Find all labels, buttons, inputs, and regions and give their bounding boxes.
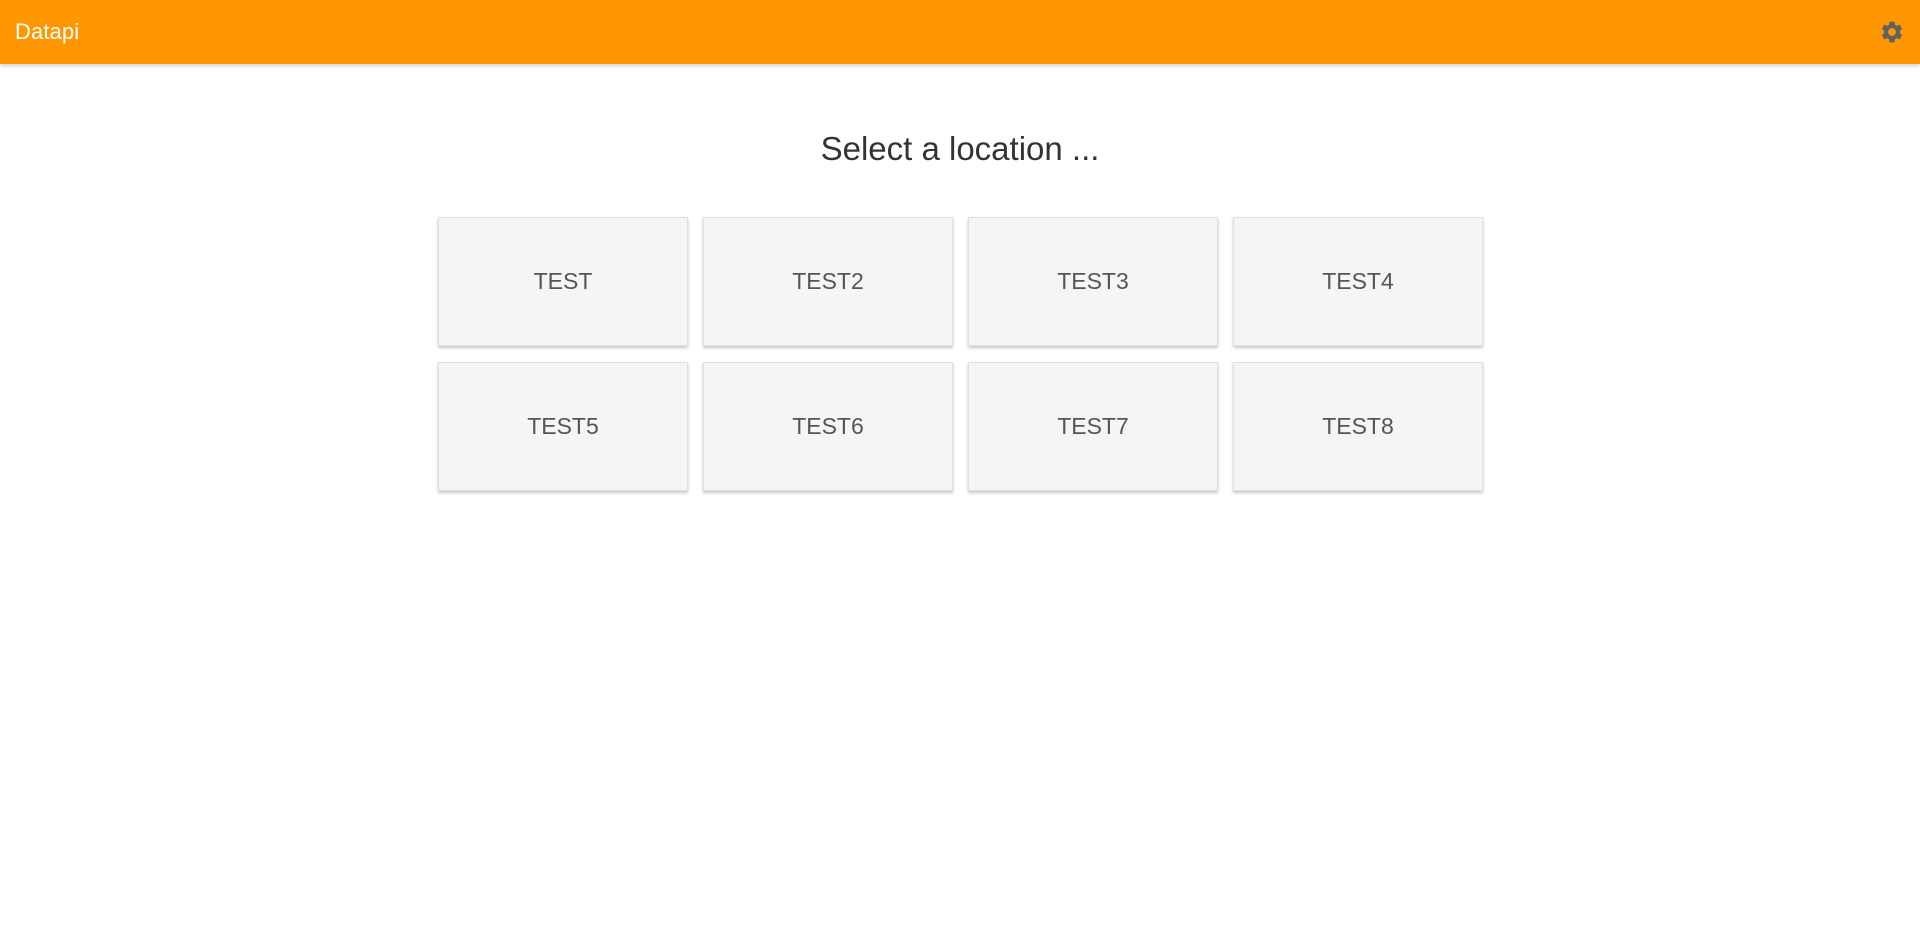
location-card-test8[interactable]: TEST8 xyxy=(1233,362,1483,491)
page-title: Select a location ... xyxy=(820,130,1100,167)
app-title: Datapi xyxy=(15,19,80,44)
app-bar: Datapi xyxy=(0,0,1920,64)
location-label: TEST4 xyxy=(1322,268,1394,294)
location-card-test7[interactable]: TEST7 xyxy=(968,362,1218,491)
location-label: TEST xyxy=(533,268,593,294)
location-card-test2[interactable]: TEST2 xyxy=(703,217,953,346)
location-label: TEST5 xyxy=(527,413,599,439)
location-card-test4[interactable]: TEST4 xyxy=(1233,217,1483,346)
location-card-test6[interactable]: TEST6 xyxy=(703,362,953,491)
location-label: TEST2 xyxy=(792,268,864,294)
location-grid: TEST TEST2 TEST3 TEST4 TEST5 TEST6 TEST7… xyxy=(438,217,1484,491)
location-label: TEST8 xyxy=(1322,413,1394,439)
settings-button[interactable] xyxy=(1876,16,1908,48)
gear-icon xyxy=(1881,21,1903,43)
location-label: TEST3 xyxy=(1057,268,1129,294)
location-card-test[interactable]: TEST xyxy=(438,217,688,346)
location-card-test3[interactable]: TEST3 xyxy=(968,217,1218,346)
location-label: TEST7 xyxy=(1057,413,1129,439)
location-card-test5[interactable]: TEST5 xyxy=(438,362,688,491)
location-label: TEST6 xyxy=(792,413,864,439)
